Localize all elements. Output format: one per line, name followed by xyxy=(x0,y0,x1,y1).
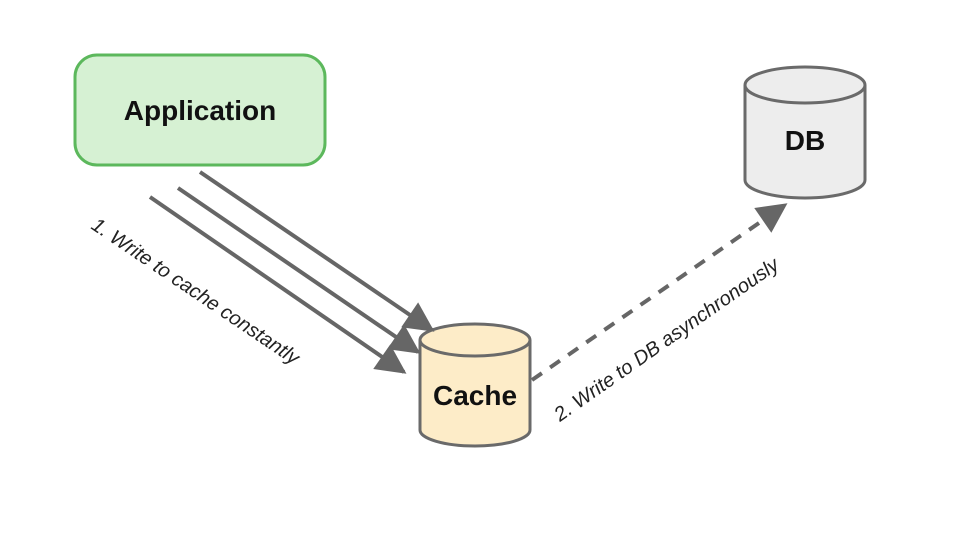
cache-label: Cache xyxy=(433,380,517,411)
application-node: Application xyxy=(75,55,325,165)
db-label: DB xyxy=(785,125,825,156)
application-label: Application xyxy=(124,95,276,126)
diagram-stage: Application Cache DB 1. Write to cache c… xyxy=(0,0,960,540)
edge-cache-to-db-label: 2. Write to DB asynchronously xyxy=(549,253,784,426)
edge-app-to-cache: 1. Write to cache constantly xyxy=(87,172,432,372)
edge-cache-to-db: 2. Write to DB asynchronously xyxy=(532,205,785,427)
db-node: DB xyxy=(745,67,865,198)
edge-app-to-cache-label: 1. Write to cache constantly xyxy=(87,214,304,370)
cache-node: Cache xyxy=(420,324,530,446)
